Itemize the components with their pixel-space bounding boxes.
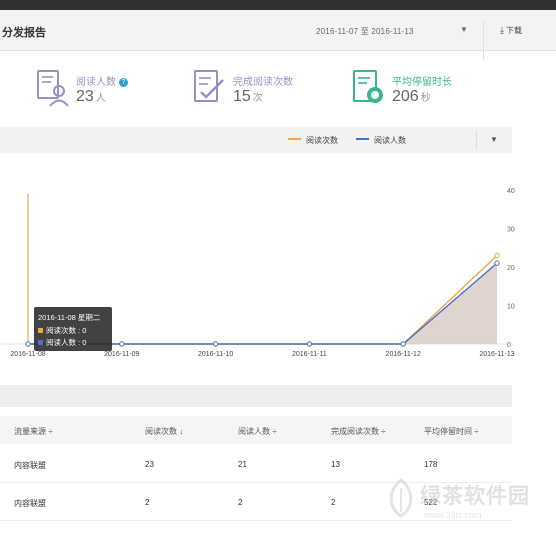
data-point (25, 341, 31, 347)
table-cell: 21 (238, 460, 247, 469)
kpi-unit: 人 (95, 93, 106, 104)
table-header: 流量来源 ÷ 阅读次数 ↓ 阅读人数 ÷ 完成阅读次数 ÷ 平均停留时间 ÷ (0, 416, 512, 444)
kpi-value: 23 (76, 88, 94, 105)
kpi-value: 15 (233, 88, 251, 105)
reader-person-icon (37, 70, 69, 107)
watermark-url: www.33lc.com (424, 510, 482, 520)
table-toolbar (0, 385, 512, 407)
x-tick-label: 2016-11-09 (104, 351, 139, 358)
column-header[interactable]: 阅读人数 ÷ (238, 426, 277, 437)
report-header: 分发报告 2016-11-07 至 2016-11-13 ▼ ⤓ 下载 (0, 10, 556, 60)
column-header[interactable]: 完成阅读次数 ÷ (331, 426, 386, 437)
download-icon: ⤓ (500, 25, 504, 35)
data-point (400, 341, 406, 347)
table-cell: 23 (145, 460, 154, 469)
top-bar (0, 0, 556, 10)
orange-square-icon (38, 328, 43, 333)
legend-label: 阅读人数 (374, 136, 406, 145)
tooltip-title: 2016-11-08 星期二 (38, 313, 101, 322)
kpi-label: 完成阅读次数 (233, 77, 293, 88)
table-cell: 内容联盟 (14, 461, 46, 470)
x-tick-label: 2016-11-10 (198, 351, 233, 358)
kpi-unit: 秒 (420, 93, 431, 104)
data-point (494, 260, 500, 266)
download-label: 下载 (505, 26, 522, 35)
download-button[interactable]: ⤓ 下载 (500, 25, 522, 36)
y-tick-label: 40 (507, 188, 515, 195)
table-cell: 13 (331, 460, 340, 469)
leaf-logo-icon (389, 478, 413, 518)
blue-line-icon (356, 138, 369, 140)
x-tick-label: 2016-11-12 (386, 351, 421, 358)
column-header[interactable]: 流量来源 ÷ (14, 426, 53, 437)
data-point (119, 341, 125, 347)
divider (483, 20, 484, 60)
page-title: 分发报告 (2, 27, 46, 39)
blue-square-icon (38, 340, 43, 345)
legend-label: 阅读次数 (306, 136, 338, 145)
checklist-icon (194, 70, 224, 102)
kpi-label: 平均停留时长 (392, 77, 452, 88)
column-header[interactable]: 阅读次数 ↓ (145, 426, 183, 437)
date-range-picker[interactable]: 2016-11-07 至 2016-11-13 (316, 26, 414, 37)
chart-tooltip: 2016-11-08 星期二 阅读次数 : 0 阅读人数 : 0 (34, 307, 112, 351)
watermark-text: 绿茶软件园 (420, 485, 530, 508)
y-tick-label: 30 (507, 227, 515, 234)
clock-document-icon (353, 70, 383, 103)
help-icon[interactable]: ? (119, 78, 128, 87)
data-point (306, 341, 313, 347)
x-tick-label: 2016-11-11 (292, 351, 327, 358)
table-cell: 2 (331, 498, 336, 507)
y-tick-label: 0 (507, 342, 511, 349)
orange-line-icon (288, 138, 301, 140)
table-cell: 178 (424, 460, 438, 469)
legend-item-read-users[interactable]: 阅读人数 (356, 135, 406, 146)
x-tick-label: 2016-11-08 (10, 351, 45, 358)
y-tick-label: 10 (507, 304, 515, 311)
watermark: 绿茶软件园 www.33lc.com (380, 470, 556, 530)
kpi-label: 阅读人数 (76, 77, 116, 88)
x-tick-label: 2016-11-13 (479, 351, 514, 358)
chart-legend: 阅读次数 阅读人数 (276, 127, 476, 153)
chevron-down-icon[interactable]: ▼ (490, 135, 498, 144)
legend-item-read-count[interactable]: 阅读次数 (288, 135, 338, 146)
tooltip-row: 阅读次数 : 0 (46, 326, 87, 335)
divider (476, 131, 477, 149)
table-cell: 2 (238, 498, 243, 507)
chevron-down-icon[interactable]: ▼ (460, 25, 468, 34)
column-header[interactable]: 平均停留时间 ÷ (424, 426, 479, 437)
y-tick-label: 20 (507, 265, 515, 272)
tooltip-row: 阅读人数 : 0 (46, 338, 87, 347)
data-point (494, 252, 500, 259)
data-point (212, 341, 219, 347)
table-cell: 2 (145, 498, 150, 507)
table-cell: 内容联盟 (14, 499, 46, 508)
kpi-unit: 次 (252, 93, 263, 104)
kpi-value: 206 (392, 88, 419, 105)
